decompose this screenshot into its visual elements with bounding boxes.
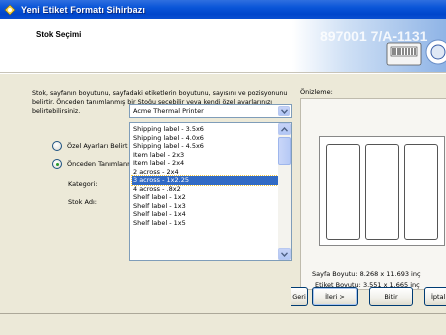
stock-list-item[interactable]: Shipping label - 3.5x6 (132, 125, 278, 134)
stock-list-item[interactable]: 2 across - 2x4 (132, 168, 278, 177)
stock-list-item[interactable]: Item label - 2x4 (132, 159, 278, 168)
banner-text: 897001 7/A-1131 (320, 28, 428, 44)
title-bar[interactable]: Yeni Etiket Formatı Sihirbazı (0, 0, 446, 19)
stock-list-item[interactable]: 3 across - 1x2.25 (131, 175, 279, 186)
chevron-down-icon[interactable] (278, 106, 290, 116)
chevron-up-icon (281, 126, 288, 132)
stock-list-item[interactable]: Shelf label - 1x2 (132, 193, 278, 202)
scroll-thumb[interactable] (278, 137, 291, 165)
label-cell (365, 144, 399, 240)
stock-list-item[interactable]: Item label - 2x3 (132, 151, 278, 160)
stock-list[interactable]: Shipping label - 3.5x6 Shipping label - 4… (129, 122, 292, 261)
page-size-info: Sayfa Boyutu: 8.268 x 11.693 inç (312, 270, 421, 278)
stock-name-label: Stok Adı: (68, 198, 97, 206)
custom-settings-radio-row[interactable]: Özel Ayarları Belirt (52, 141, 128, 151)
cancel-button[interactable]: İptal (424, 287, 446, 306)
stock-list-item[interactable]: Shipping label - 4.0x6 (132, 134, 278, 143)
next-button[interactable]: İleri > (312, 287, 358, 306)
label-cell (404, 144, 438, 240)
chevron-down-icon (281, 251, 288, 257)
stock-list-item[interactable]: 4 across - .8x2 (132, 185, 278, 194)
stock-list-item[interactable]: Shelf label - 1x3 (132, 202, 278, 211)
category-label: Kategori: (68, 180, 98, 188)
back-button[interactable]: Geri (291, 287, 308, 306)
button-separator (0, 313, 446, 314)
stock-list-item[interactable]: Shelf label - 1x4 (132, 210, 278, 219)
custom-settings-radio[interactable] (52, 141, 62, 151)
page-size-label: Sayfa Boyutu: (312, 270, 358, 278)
page-size-value: 8.268 x 11.693 inç (359, 270, 421, 278)
label-sheet-preview (319, 136, 445, 246)
stock-list-scrollbar[interactable] (278, 123, 291, 260)
scroll-down-button[interactable] (278, 248, 291, 260)
stock-list-item[interactable]: Shipping label - 4.5x6 (132, 142, 278, 151)
window-title: Yeni Etiket Formatı Sihirbazı (21, 4, 145, 15)
preview-label: Önizleme: (300, 88, 333, 96)
finish-button[interactable]: Bitir (369, 287, 413, 306)
label-cell (326, 144, 360, 240)
header-banner-graphic: 897001 7/A-1131 (292, 19, 446, 72)
scroll-up-button[interactable] (278, 123, 291, 135)
category-value: Acme Thermal Printer (133, 107, 204, 115)
category-dropdown[interactable]: Acme Thermal Printer (129, 104, 292, 118)
predefined-stock-radio[interactable] (52, 159, 62, 169)
preview-panel (300, 98, 446, 290)
wizard-header: Stok Seçimi 897001 7/A-1131 (0, 19, 446, 73)
stock-list-item[interactable]: Shelf label - 1x5 (132, 219, 278, 228)
page-title: Stok Seçimi (36, 30, 82, 39)
wizard-app-icon (4, 4, 16, 16)
custom-settings-label: Özel Ayarları Belirt (67, 142, 128, 150)
